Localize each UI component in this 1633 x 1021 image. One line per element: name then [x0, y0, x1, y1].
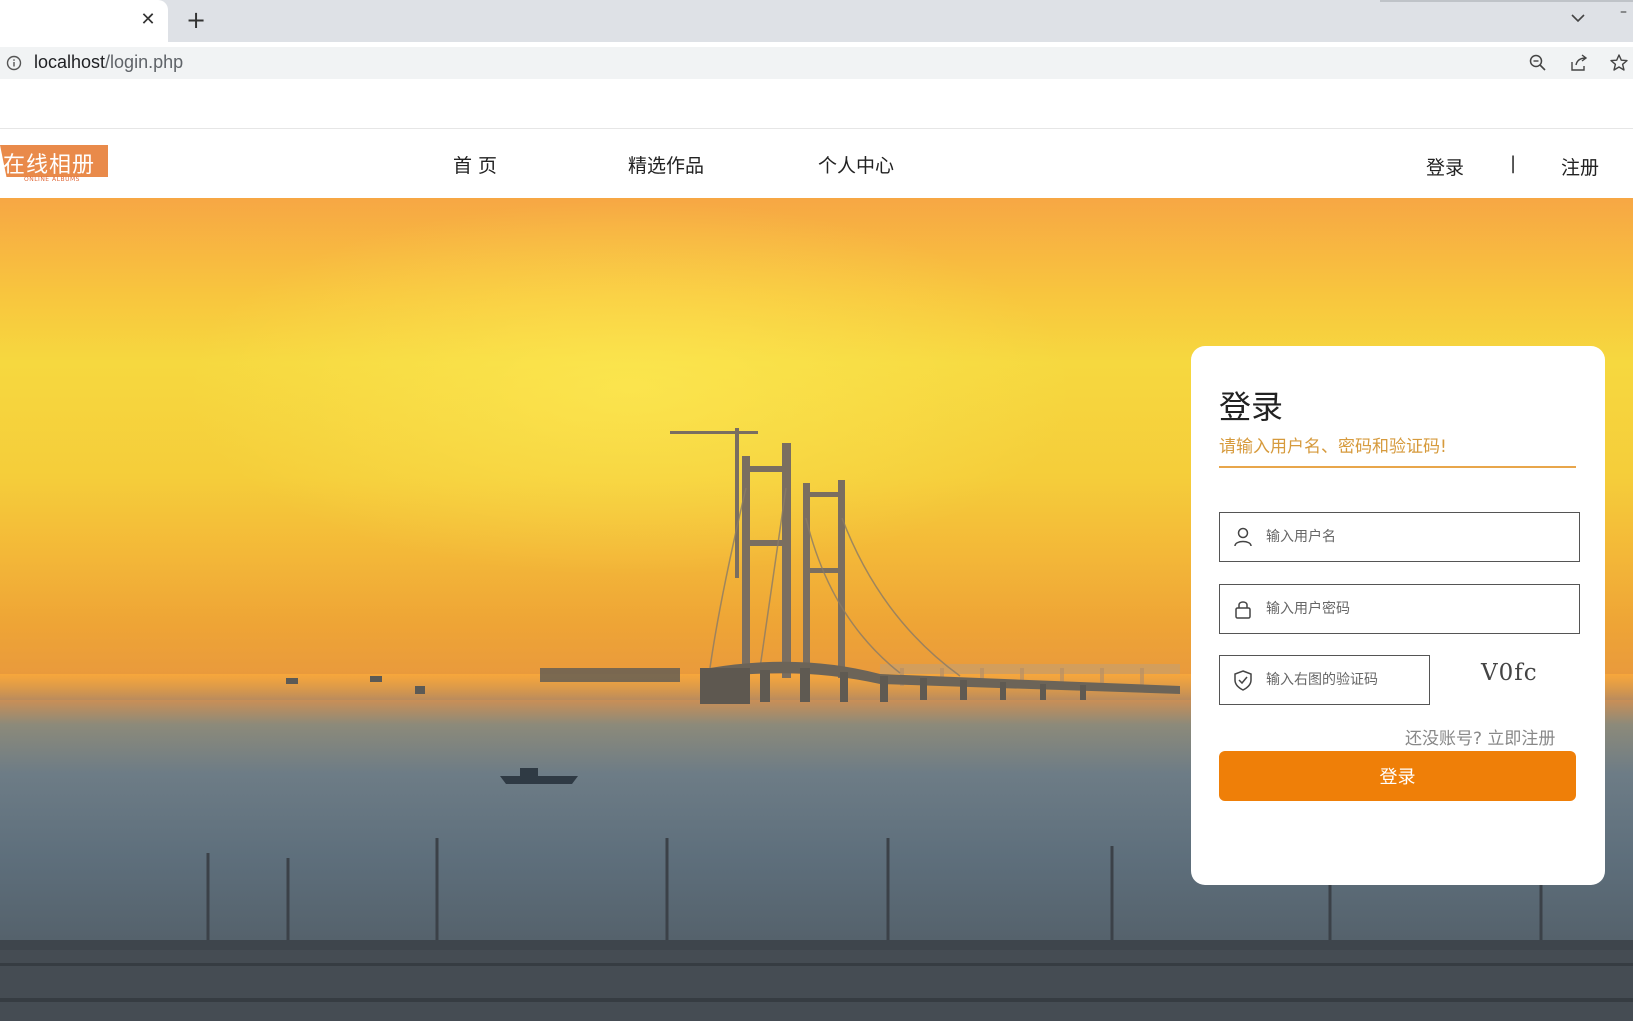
- window-edge: [1380, 0, 1633, 2]
- web-page: 在线相册 ONLINE ALBUMS 首 页 精选作品 个人中心 登录 | 注册: [0, 84, 1633, 1021]
- tab-search-chevron-icon[interactable]: [1566, 6, 1590, 30]
- nav-separator: |: [1510, 153, 1517, 174]
- site-navbar: 在线相册 ONLINE ALBUMS 首 页 精选作品 个人中心 登录 | 注册: [0, 128, 1633, 198]
- url-path: /login.php: [105, 52, 184, 72]
- browser-address-bar: localhost/login.php: [0, 42, 1633, 84]
- user-icon: [1234, 527, 1252, 547]
- nav-register-link[interactable]: 注册: [1561, 153, 1599, 180]
- captcha-image[interactable]: V0fc: [1481, 660, 1571, 694]
- url-text[interactable]: localhost/login.php: [34, 52, 183, 73]
- register-now-link[interactable]: 还没账号? 立即注册: [1405, 724, 1555, 749]
- nav-personal-center[interactable]: 个人中心: [818, 151, 894, 178]
- nav-login-link[interactable]: 登录: [1426, 153, 1464, 180]
- title-divider: [1219, 466, 1576, 468]
- login-submit-button[interactable]: 登录: [1219, 751, 1576, 801]
- share-icon[interactable]: [1569, 53, 1589, 73]
- login-title: 登录: [1219, 388, 1284, 426]
- window-minimize-button[interactable]: –: [1620, 4, 1633, 28]
- login-card: 登录 请输入用户名、密码和验证码! 输入用户名 输入右图的验证码 V0fc 还没…: [1191, 346, 1605, 885]
- logo-subtext: ONLINE ALBUMS: [24, 176, 80, 183]
- bookmark-star-icon[interactable]: [1609, 53, 1629, 73]
- password-field[interactable]: [1219, 584, 1580, 634]
- lock-icon: [1235, 601, 1251, 619]
- omnibox[interactable]: localhost/login.php: [0, 47, 1633, 79]
- username-input[interactable]: [1266, 513, 1566, 561]
- nav-home[interactable]: 首 页: [453, 151, 497, 178]
- login-subtitle: 请输入用户名、密码和验证码!: [1219, 437, 1447, 457]
- site-logo[interactable]: 在线相册 ONLINE ALBUMS: [0, 145, 110, 187]
- password-input[interactable]: [1266, 585, 1566, 633]
- close-tab-icon[interactable]: ✕: [136, 8, 160, 32]
- hero-background-image: 登录 请输入用户名、密码和验证码! 输入用户名 输入右图的验证码 V0fc 还没…: [0, 198, 1633, 1021]
- captcha-field[interactable]: [1219, 655, 1430, 705]
- browser-tab-bar: ✕ + –: [0, 0, 1633, 42]
- nav-featured-works[interactable]: 精选作品: [628, 151, 704, 178]
- shield-check-icon: [1234, 670, 1252, 691]
- new-tab-button[interactable]: +: [182, 6, 210, 34]
- browser-tab-active[interactable]: ✕: [0, 0, 168, 42]
- logo-text: 在线相册: [3, 153, 96, 178]
- captcha-input[interactable]: [1266, 656, 1426, 704]
- zoom-icon[interactable]: [1528, 53, 1548, 73]
- url-host: localhost: [34, 52, 106, 72]
- username-field[interactable]: [1219, 512, 1580, 562]
- site-info-icon[interactable]: [6, 55, 22, 71]
